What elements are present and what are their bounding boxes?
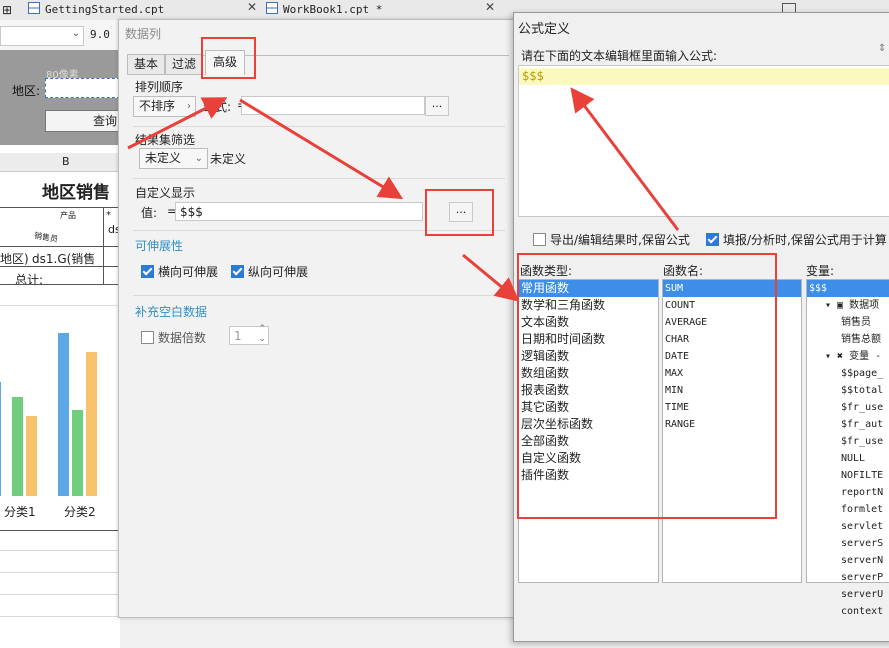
annotation-arrows bbox=[127, 87, 680, 302]
